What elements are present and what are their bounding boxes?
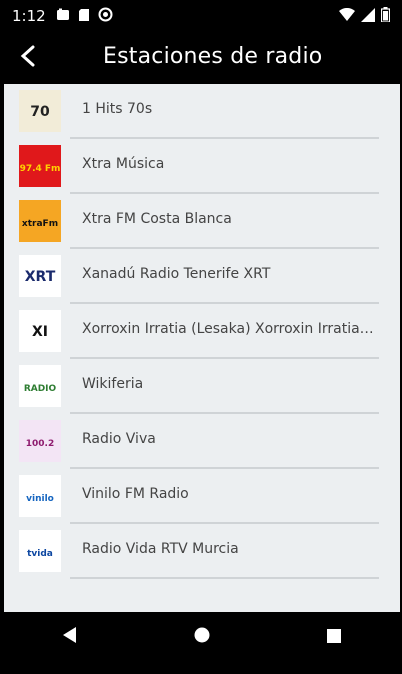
station-logo-text: xtraFm bbox=[22, 219, 58, 229]
status-time: 1:12 bbox=[12, 7, 46, 25]
app-bar: Estaciones de radio bbox=[0, 32, 402, 84]
station-logo: tvida bbox=[19, 530, 61, 572]
station-name: Radio Vida RTV Murcia bbox=[82, 541, 239, 557]
station-row[interactable]: vinilo Vinilo FM Radio bbox=[4, 469, 400, 524]
no-disturb-icon bbox=[98, 7, 113, 26]
station-logo: XI bbox=[19, 310, 61, 352]
station-row[interactable]: RADIO Wikiferia bbox=[4, 359, 400, 414]
station-logo: RADIO bbox=[19, 365, 61, 407]
row-divider bbox=[70, 577, 379, 579]
station-row[interactable]: tvida Radio Vida RTV Murcia bbox=[4, 524, 400, 579]
station-logo-text: tvida bbox=[27, 549, 53, 559]
stations-list-container[interactable]: 70 1 Hits 70s 97.4 Fm Xtra Música xtraFm Xtra… bbox=[4, 84, 400, 612]
stations-list: 70 1 Hits 70s 97.4 Fm Xtra Música xtraFm Xtra… bbox=[4, 84, 400, 579]
station-logo: 97.4 Fm bbox=[19, 145, 61, 187]
system-nav-bar bbox=[4, 612, 400, 662]
nav-back-button[interactable] bbox=[40, 617, 100, 657]
nav-recents-button[interactable] bbox=[304, 617, 364, 657]
nav-back-triangle-icon bbox=[62, 626, 78, 648]
station-logo: 100.2 bbox=[19, 420, 61, 462]
station-logo: vinilo bbox=[19, 475, 61, 517]
nav-home-button[interactable] bbox=[172, 617, 232, 657]
page-title: Estaciones de radio bbox=[103, 44, 323, 69]
station-name: Xtra Música bbox=[82, 156, 165, 172]
station-logo: xtraFm bbox=[19, 200, 61, 242]
station-name: Wikiferia bbox=[82, 376, 144, 392]
station-row[interactable]: 70 1 Hits 70s bbox=[4, 84, 400, 139]
station-name: 1 Hits 70s bbox=[82, 101, 153, 117]
station-logo: XRT bbox=[19, 255, 61, 297]
bottom-strip bbox=[0, 662, 402, 674]
station-name: Xanadú Radio Tenerife XRT bbox=[82, 266, 271, 282]
station-row[interactable]: 97.4 Fm Xtra Música bbox=[4, 139, 400, 194]
nav-home-circle-icon bbox=[194, 627, 210, 647]
station-row[interactable]: xtraFm Xtra FM Costa Blanca bbox=[4, 194, 400, 249]
station-logo-text: XRT bbox=[25, 269, 56, 285]
sd-card-icon bbox=[78, 7, 90, 26]
battery-icon bbox=[380, 6, 391, 26]
back-button[interactable] bbox=[0, 32, 56, 84]
wifi-icon bbox=[339, 7, 355, 26]
station-logo-text: 70 bbox=[30, 104, 50, 120]
nav-recents-square-icon bbox=[327, 628, 341, 647]
station-logo-text: 100.2 bbox=[26, 439, 54, 449]
station-logo-text: XI bbox=[32, 324, 48, 340]
station-logo-text: RADIO bbox=[24, 384, 57, 394]
status-bar: 1:12 bbox=[0, 0, 402, 32]
station-name: Vinilo FM Radio bbox=[82, 486, 189, 502]
station-name: Radio Viva bbox=[82, 431, 156, 447]
back-arrow-icon bbox=[19, 45, 37, 71]
image-icon bbox=[56, 7, 70, 26]
station-logo-text: vinilo bbox=[26, 494, 54, 504]
station-row[interactable]: XI Xorroxin Irratia (Lesaka) Xorroxin Irr… bbox=[4, 304, 400, 359]
station-row[interactable]: 100.2 Radio Viva bbox=[4, 414, 400, 469]
station-logo-text: 97.4 Fm bbox=[20, 164, 61, 174]
signal-icon bbox=[361, 7, 375, 26]
station-name: Xorroxin Irratia (Lesaka) Xorroxin Irrat… bbox=[82, 321, 378, 337]
status-icons-right bbox=[339, 6, 391, 26]
station-row[interactable]: XRT Xanadú Radio Tenerife XRT bbox=[4, 249, 400, 304]
station-name: Xtra FM Costa Blanca bbox=[82, 211, 232, 227]
station-logo: 70 bbox=[19, 90, 61, 132]
